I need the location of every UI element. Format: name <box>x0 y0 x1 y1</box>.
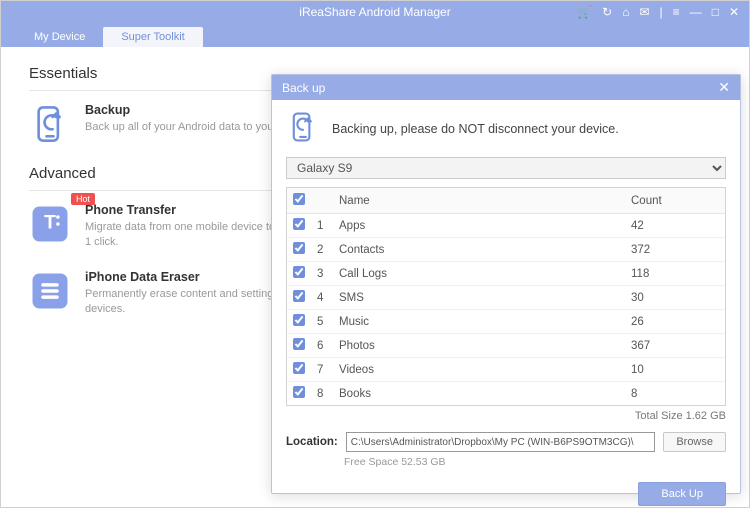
table-row[interactable]: 4SMS30 <box>287 286 725 310</box>
row-name: Contacts <box>333 238 625 262</box>
row-index: 7 <box>311 358 333 382</box>
backup-dialog: Back up ✕ Backing up, please do NOT disc… <box>271 74 741 494</box>
row-index: 4 <box>311 286 333 310</box>
divider-icon: | <box>660 5 663 19</box>
total-size: Total Size 1.62 GB <box>286 410 726 422</box>
table-row[interactable]: 5Music26 <box>287 310 725 334</box>
tab-super-toolkit[interactable]: Super Toolkit <box>103 27 202 47</box>
row-checkbox[interactable] <box>293 218 305 230</box>
backup-button[interactable]: Back Up <box>638 482 726 506</box>
row-name: SMS <box>333 286 625 310</box>
backup-desc: Back up all of your Android data to your… <box>85 120 298 135</box>
table-row[interactable]: 3Call Logs118 <box>287 262 725 286</box>
row-index: 3 <box>311 262 333 286</box>
checkbox-all[interactable] <box>293 193 305 205</box>
table-row[interactable]: 6Photos367 <box>287 334 725 358</box>
browse-button[interactable]: Browse <box>663 432 726 452</box>
table-row[interactable]: 8Books8 <box>287 382 725 406</box>
dialog-titlebar: Back up ✕ <box>272 75 740 100</box>
close-icon[interactable]: ✕ <box>729 5 739 19</box>
row-count: 26 <box>625 310 725 334</box>
row-name: Videos <box>333 358 625 382</box>
table-row[interactable]: 7Videos10 <box>287 358 725 382</box>
table-row[interactable]: 1Apps42 <box>287 214 725 238</box>
row-index: 2 <box>311 238 333 262</box>
row-index: 8 <box>311 382 333 406</box>
table-row[interactable]: 2Contacts372 <box>287 238 725 262</box>
dialog-title: Back up <box>282 81 325 95</box>
titlebar: iReaShare Android Manager 🛒 ↻ ⌂ ✉ | ≡ — … <box>1 1 749 23</box>
home-icon[interactable]: ⌂ <box>622 5 629 19</box>
row-name: Call Logs <box>333 262 625 286</box>
tab-my-device[interactable]: My Device <box>16 27 103 47</box>
feedback-icon[interactable]: ✉ <box>639 5 649 19</box>
row-checkbox[interactable] <box>293 314 305 326</box>
backup-status-message: Backing up, please do NOT disconnect you… <box>332 122 619 136</box>
row-checkbox[interactable] <box>293 266 305 278</box>
row-index: 6 <box>311 334 333 358</box>
backup-label: Backup <box>85 103 298 117</box>
minimize-icon[interactable]: — <box>690 5 702 19</box>
menu-icon[interactable]: ≡ <box>673 5 680 19</box>
iphone-eraser-icon <box>29 270 71 312</box>
svg-text:T: T <box>44 212 56 233</box>
location-label: Location: <box>286 436 338 448</box>
location-input[interactable] <box>346 432 656 452</box>
hot-badge: Hot <box>71 193 95 205</box>
row-count: 10 <box>625 358 725 382</box>
row-checkbox[interactable] <box>293 362 305 374</box>
col-name: Name <box>333 188 625 214</box>
row-index: 1 <box>311 214 333 238</box>
window-controls: 🛒 ↻ ⌂ ✉ | ≡ — □ ✕ <box>577 5 749 19</box>
row-checkbox[interactable] <box>293 338 305 350</box>
row-checkbox[interactable] <box>293 386 305 398</box>
app-title: iReaShare Android Manager <box>299 5 450 19</box>
phone-transfer-icon: T <box>29 203 71 245</box>
refresh-icon[interactable]: ↻ <box>602 5 612 19</box>
backup-icon <box>29 103 71 145</box>
row-name: Photos <box>333 334 625 358</box>
row-name: Books <box>333 382 625 406</box>
main-tabs: My Device Super Toolkit <box>1 23 749 47</box>
row-checkbox[interactable] <box>293 242 305 254</box>
device-select[interactable]: Galaxy S9 <box>286 157 726 179</box>
row-count: 30 <box>625 286 725 310</box>
free-space: Free Space 52.53 GB <box>344 456 726 468</box>
row-checkbox[interactable] <box>293 290 305 302</box>
backup-items-table: Name Count 1Apps422Contacts3723Call Logs… <box>286 187 726 406</box>
row-count: 42 <box>625 214 725 238</box>
backup-device-icon <box>286 110 320 147</box>
row-name: Apps <box>333 214 625 238</box>
maximize-icon[interactable]: □ <box>712 5 719 19</box>
row-count: 367 <box>625 334 725 358</box>
cart-icon[interactable]: 🛒 <box>577 5 592 19</box>
dialog-close-icon[interactable]: ✕ <box>718 79 730 96</box>
col-count: Count <box>625 188 725 214</box>
row-index: 5 <box>311 310 333 334</box>
row-count: 118 <box>625 262 725 286</box>
row-count: 372 <box>625 238 725 262</box>
row-count: 8 <box>625 382 725 406</box>
row-name: Music <box>333 310 625 334</box>
